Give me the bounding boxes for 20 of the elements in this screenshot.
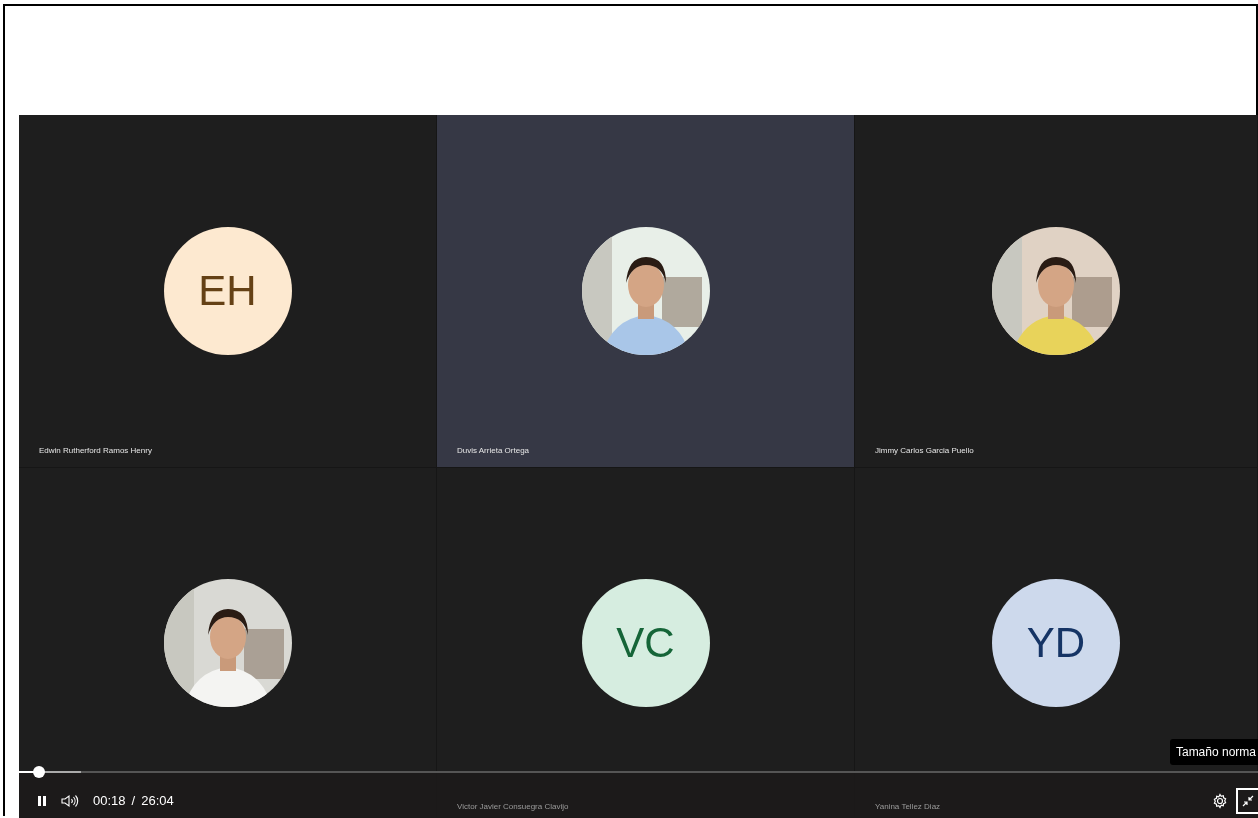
avatar: EH — [163, 227, 292, 355]
volume-button[interactable] — [61, 793, 79, 808]
time-separator: / — [131, 793, 136, 808]
participant-name: Jimmy Carlos Garcia Puello — [875, 446, 974, 455]
participant-name: Yanina Tellez Diaz — [875, 802, 941, 811]
tooltip: Tamaño norma — [1169, 739, 1258, 765]
speaker-icon — [61, 793, 79, 808]
participant-name: Edwin Rutherford Ramos Henry — [39, 446, 152, 455]
participant-name: Victor Javier Consuegra Clavijo — [457, 802, 569, 811]
settings-icon — [1212, 793, 1228, 809]
settings-button[interactable] — [1212, 793, 1228, 809]
duration: 26:04 — [141, 793, 174, 808]
pause-icon — [37, 794, 47, 807]
avatar: VC — [581, 578, 710, 707]
avatar: YD — [992, 578, 1120, 707]
exit-fullscreen-button[interactable] — [1236, 788, 1258, 814]
current-time: 00:18 — [93, 793, 126, 808]
participant-name: Duvis Arrieta Ortega — [457, 446, 530, 455]
pause-button[interactable] — [37, 794, 47, 807]
exit-fullscreen-icon — [1242, 795, 1254, 807]
